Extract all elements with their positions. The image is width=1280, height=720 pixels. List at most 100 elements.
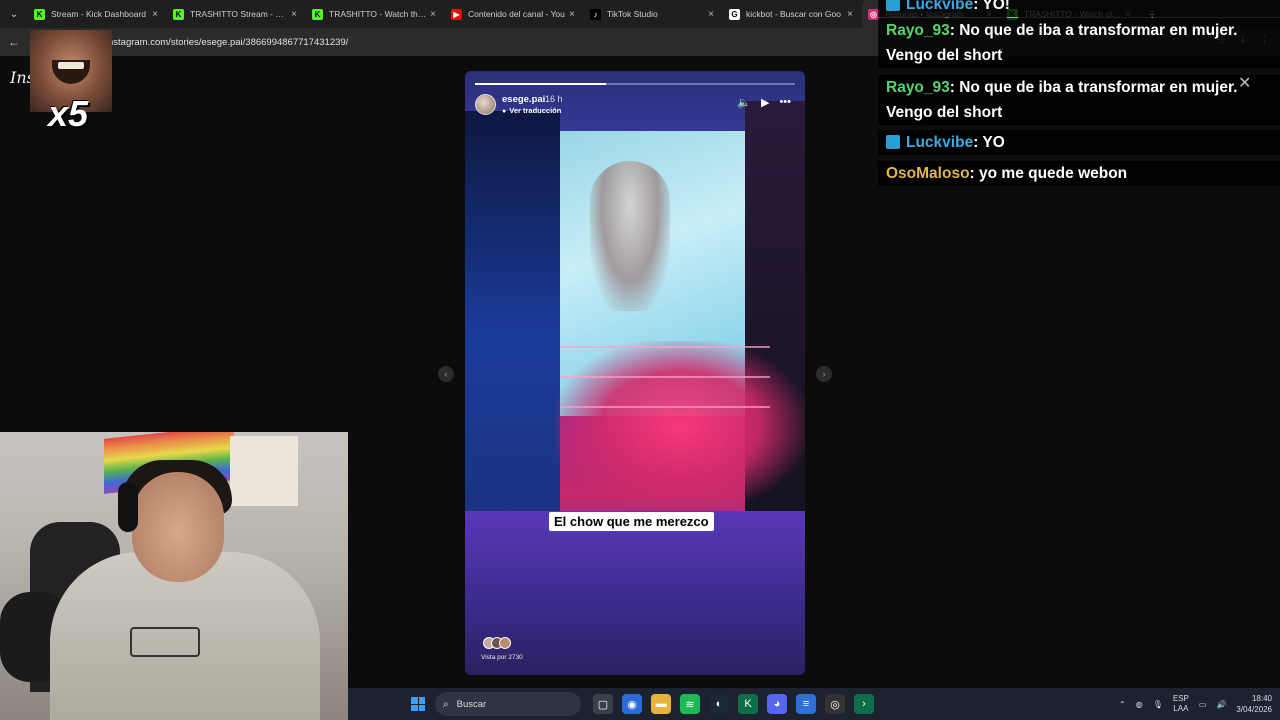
tab-close-icon[interactable]: × <box>844 9 856 20</box>
chat-text: : YO <box>973 134 1005 151</box>
story-avatar[interactable] <box>475 94 496 115</box>
kick-app-icon[interactable]: K <box>738 694 758 714</box>
back-arrow-icon[interactable]: ← <box>0 35 28 49</box>
file-explorer-icon[interactable]: ▬ <box>651 694 671 714</box>
chat-message: Luckvibe: YO! <box>878 0 1280 17</box>
display-icon[interactable]: ▭ <box>1199 700 1207 709</box>
globe-icon: ● <box>502 108 507 115</box>
clock[interactable]: 18:40 3/04/2026 <box>1236 693 1272 715</box>
emote-multiplier: x5 <box>48 93 89 134</box>
browser-tab-title: TRASHITTO Stream - Wat <box>190 9 288 19</box>
chat-username[interactable]: OsoMaloso <box>886 165 970 182</box>
close-icon[interactable]: ✕ <box>1238 73 1251 93</box>
system-tray: ⌃ ◍ 🎙 ESP LAA ▭ 🔊 18:40 3/04/2026 <box>1119 688 1272 720</box>
story-scene-floor <box>465 511 805 675</box>
webcam-overlay <box>0 432 348 720</box>
chat-message: Luckvibe: YO <box>878 130 1280 155</box>
story-viewer[interactable]: esege.pai 16 h ● Ver traducción 🔈 ▶ ••• E… <box>465 71 805 675</box>
play-icon[interactable]: ▶ <box>761 96 769 109</box>
tab-close-icon[interactable]: × <box>427 9 439 20</box>
youtube-icon: ▶ <box>451 8 462 20</box>
viewer-avatars[interactable] <box>483 637 511 649</box>
story-caption: El chow que me merezco <box>549 512 714 531</box>
story-scene-rail <box>560 376 770 378</box>
tab-close-icon[interactable]: × <box>288 9 300 20</box>
story-scene-character <box>590 161 670 311</box>
volume-icon[interactable]: 🔊 <box>1216 700 1226 709</box>
chat-username[interactable]: Luckvibe <box>906 0 973 13</box>
tiktok-icon: ♪ <box>590 8 601 20</box>
story-scene-rail <box>560 346 770 348</box>
chat-message: Rayo_93: No que de iba a transformar en … <box>878 18 1280 68</box>
browser-tab[interactable]: Gkickbot - Buscar con Goo × <box>723 0 862 28</box>
translate-link[interactable]: ● Ver traducción <box>502 106 561 115</box>
translate-label: Ver traducción <box>509 106 562 115</box>
taskbar-search[interactable]: ⌕ Buscar <box>435 692 581 716</box>
browser-tab-title: Contenido del canal - You <box>468 9 565 19</box>
viewed-by-count[interactable]: Vista por 2730 <box>481 654 523 661</box>
steam-icon[interactable]: ◐ <box>709 694 729 714</box>
volume-icon[interactable]: 🔈 <box>737 96 751 109</box>
discord-icon[interactable]: ◕ <box>767 694 787 714</box>
search-icon: ⌕ <box>443 698 449 710</box>
obs-icon[interactable]: ◎ <box>825 694 845 714</box>
story-progress-fill <box>475 83 607 85</box>
screen: ⌄ K Stream - Kick Dashboard × K TRASHITTO St… <box>0 0 1280 720</box>
tab-close-icon[interactable]: × <box>149 9 161 20</box>
clock-date: 3/04/2026 <box>1236 705 1272 714</box>
browser-tab[interactable]: K TRASHITTO Stream - Wat × <box>167 0 306 28</box>
windows-taskbar: ⌕ Buscar ▢ ◉ ▬ ≋ ◐ K ◕ ≡ ◎ › ⌃ ◍ 🎙 ESP LAA… <box>348 688 1280 720</box>
browser-tab-title: Stream - Kick Dashboard <box>51 9 146 19</box>
browser-tab-title: TRASHITTO - Watch the V <box>329 9 427 19</box>
webcam-hoodie-print <box>130 627 200 657</box>
story-prev-arrow-icon[interactable]: ‹ <box>438 366 454 382</box>
lang-layout: LAA <box>1173 704 1189 713</box>
chat-username[interactable]: Rayo_93 <box>886 79 950 96</box>
webcam-face <box>132 472 224 582</box>
kick-icon: K <box>312 8 323 20</box>
kick-icon: K <box>34 8 45 20</box>
kick-icon: K <box>173 8 184 20</box>
lang-code: ESP <box>1172 694 1189 703</box>
microphone-icon[interactable]: 🎙 <box>1153 700 1163 709</box>
story-next-arrow-icon[interactable]: › <box>816 366 832 382</box>
browser-tab-title: TikTok Studio <box>607 9 658 19</box>
browser-tab[interactable]: K TRASHITTO - Watch the V × <box>306 0 445 28</box>
task-view-icon[interactable]: ▢ <box>593 694 613 714</box>
spotify-icon[interactable]: ≋ <box>680 694 700 714</box>
webcam-poster <box>230 436 298 506</box>
terminal-icon[interactable]: › <box>854 694 874 714</box>
windows-start-icon[interactable] <box>411 697 425 711</box>
browser-tab[interactable]: ▶ Contenido del canal - You × <box>445 0 584 28</box>
emote-teeth <box>58 62 84 69</box>
tab-close-icon[interactable]: × <box>705 9 717 20</box>
headphones-icon <box>118 482 138 532</box>
clock-time: 18:40 <box>1251 694 1272 703</box>
chat-username[interactable]: Luckvibe <box>906 134 973 151</box>
story-controls: 🔈 ▶ ••• <box>737 96 791 109</box>
chat-text: : yo me quede webon <box>969 165 1128 182</box>
tab-close-icon[interactable]: × <box>566 9 578 20</box>
taskbar-search-label: Buscar <box>456 698 487 710</box>
story-scene-glow <box>555 341 805 511</box>
tray-chevron-icon[interactable]: ⌃ <box>1119 700 1126 709</box>
chat-message: OsoMaloso: yo me quede webon <box>878 161 1280 186</box>
browser-tab-title: kickbot - Buscar con Goo <box>746 9 841 19</box>
story-progress-bar <box>475 83 795 85</box>
url-field[interactable]: nstagram.com/stories/esege.pai/386699486… <box>108 37 348 48</box>
browser-tab[interactable]: ♪ TikTok Studio × <box>584 0 723 28</box>
chat-username[interactable]: Rayo_93 <box>886 22 950 39</box>
story-username[interactable]: esege.pai <box>502 94 545 105</box>
chat-message: Rayo_93: No que de iba a transformar en … <box>878 75 1280 125</box>
chat-badge-icon <box>886 135 900 149</box>
language-indicator[interactable]: ESP LAA <box>1173 694 1189 714</box>
more-options-icon[interactable]: ••• <box>779 96 791 109</box>
avatar <box>499 637 511 649</box>
taskbar-apps: ▢ ◉ ▬ ≋ ◐ K ◕ ≡ ◎ › <box>593 694 874 714</box>
browser-tab[interactable]: K Stream - Kick Dashboard × <box>28 0 167 28</box>
network-icon[interactable]: ◍ <box>1136 700 1143 709</box>
google-icon: G <box>729 8 740 20</box>
chrome-icon[interactable]: ◉ <box>622 694 642 714</box>
tab-search-icon[interactable]: ⌄ <box>0 0 28 28</box>
notepad-icon[interactable]: ≡ <box>796 694 816 714</box>
